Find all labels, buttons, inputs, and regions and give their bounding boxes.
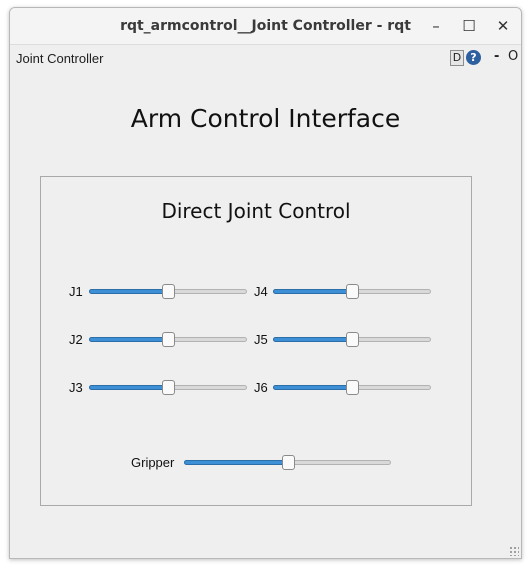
maximize-icon[interactable]: ☐ bbox=[458, 16, 480, 38]
joint-label: J3 bbox=[69, 380, 83, 395]
joint-row-j2: J2 bbox=[69, 330, 249, 350]
slider-handle[interactable] bbox=[281, 455, 295, 470]
help-icon[interactable]: ? bbox=[466, 50, 481, 65]
joint-row-j5: J5 bbox=[254, 330, 434, 350]
slider-fill bbox=[184, 460, 288, 465]
slider-handle[interactable] bbox=[162, 332, 175, 347]
joint-row-j6: J6 bbox=[254, 378, 434, 398]
plugin-bar: Joint Controller D ? - O bbox=[10, 46, 521, 70]
slider-fill bbox=[273, 289, 352, 294]
slider-handle[interactable] bbox=[346, 332, 359, 347]
joint-row-j1: J1 bbox=[69, 282, 249, 302]
slider-fill bbox=[273, 337, 352, 342]
minimize-plugin-button[interactable]: - bbox=[494, 49, 499, 64]
joint-slider-j5[interactable] bbox=[273, 332, 431, 347]
joint-slider-j3[interactable] bbox=[89, 380, 247, 395]
slider-fill bbox=[89, 337, 168, 342]
joint-row-j4: J4 bbox=[254, 282, 434, 302]
minimize-icon[interactable]: – bbox=[425, 16, 447, 38]
gripper-slider[interactable] bbox=[184, 455, 391, 470]
title-bar: rqt_armcontrol__Joint Controller - rqt –… bbox=[10, 8, 521, 45]
slider-handle[interactable] bbox=[162, 284, 175, 299]
slider-handle[interactable] bbox=[346, 380, 359, 395]
joint-control-group: Direct Joint Control J1 J2 J3 J4 J5 J6 G… bbox=[40, 176, 472, 506]
gripper-label: Gripper bbox=[131, 455, 175, 470]
joint-label: J1 bbox=[69, 284, 83, 299]
slider-handle[interactable] bbox=[346, 284, 359, 299]
app-window: rqt_armcontrol__Joint Controller - rqt –… bbox=[9, 7, 522, 559]
dock-button[interactable]: D bbox=[450, 50, 464, 66]
slider-fill bbox=[89, 385, 168, 390]
slider-fill bbox=[273, 385, 352, 390]
group-title: Direct Joint Control bbox=[161, 199, 351, 223]
page-title: Arm Control Interface bbox=[130, 104, 401, 133]
joint-label: J5 bbox=[254, 332, 268, 347]
resize-grip[interactable] bbox=[509, 546, 519, 556]
close-icon[interactable]: ✕ bbox=[492, 16, 514, 38]
slider-handle[interactable] bbox=[162, 380, 175, 395]
joint-slider-j2[interactable] bbox=[89, 332, 247, 347]
joint-slider-j1[interactable] bbox=[89, 284, 247, 299]
joint-row-j3: J3 bbox=[69, 378, 249, 398]
joint-label: J2 bbox=[69, 332, 83, 347]
joint-label: J6 bbox=[254, 380, 268, 395]
joint-slider-j4[interactable] bbox=[273, 284, 431, 299]
joint-label: J4 bbox=[254, 284, 268, 299]
slider-fill bbox=[89, 289, 168, 294]
gripper-row: Gripper bbox=[131, 453, 401, 473]
plugin-title: Joint Controller bbox=[16, 51, 104, 66]
joint-slider-j6[interactable] bbox=[273, 380, 431, 395]
close-plugin-button[interactable]: O bbox=[508, 49, 518, 64]
